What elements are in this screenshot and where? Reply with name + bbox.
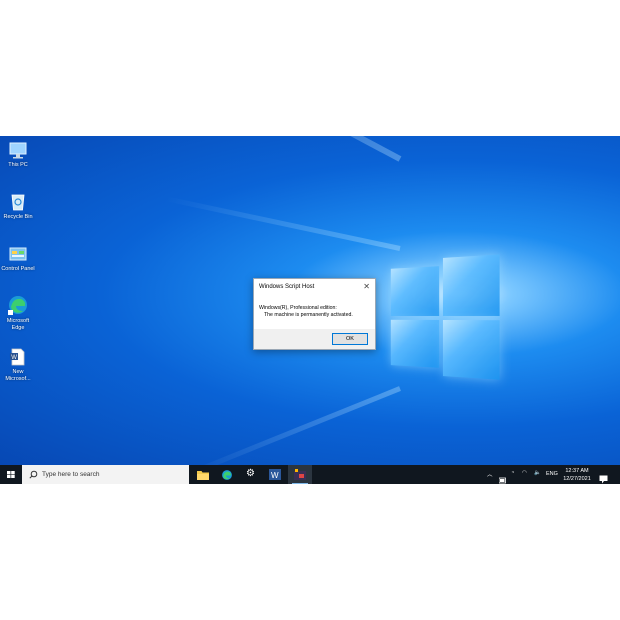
recycle-bin-icon [11, 194, 25, 211]
svg-text:W: W [271, 471, 279, 480]
windows-screen: This PC Recycle Bin Control Panel Micros… [0, 136, 620, 484]
control-panel-icon [9, 247, 27, 261]
taskbar-clock[interactable]: 12:37 AM 12/27/2021 [558, 467, 596, 483]
desktop-icon-recycle-bin[interactable]: Recycle Bin [0, 192, 36, 221]
taskbar-search-box[interactable]: Type here to search [22, 465, 189, 484]
ok-button[interactable]: OK [332, 333, 368, 345]
wallpaper-beam [185, 386, 401, 477]
svg-text:W: W [11, 355, 17, 361]
desktop-icon-this-pc[interactable]: This PC [0, 140, 36, 169]
desktop-icon-label: Microsof... [5, 376, 31, 382]
start-button[interactable] [0, 465, 22, 484]
network-icon[interactable]: ◔ [511, 470, 514, 484]
word-icon: W [269, 469, 281, 480]
desktop-icon-new-word-document[interactable]: W New Microsof... [0, 347, 36, 383]
desktop-icon-label: Control Panel [1, 266, 35, 272]
windows-logo-wallpaper [390, 254, 500, 380]
volume-icon[interactable]: 🔈 [534, 470, 541, 484]
desktop-icon-label: Recycle Bin [3, 214, 33, 220]
dialog-message-line1: Windows(R), Professional edition: [259, 305, 337, 311]
desktop-icon-label: This PC [8, 162, 28, 168]
media-app-icon [294, 469, 306, 480]
settings-gear-icon: ⚙ [246, 468, 255, 479]
wifi-icon[interactable]: ◠ [522, 470, 527, 484]
chevron-up-icon[interactable]: ︿ [487, 470, 493, 484]
edge-icon [8, 296, 27, 315]
language-indicator[interactable]: ENG [546, 471, 558, 484]
word-document-icon: W [10, 348, 25, 366]
desktop-icon-label: New [12, 369, 24, 375]
taskbar-edge[interactable] [215, 465, 239, 484]
close-icon[interactable]: ✕ [363, 282, 370, 291]
wallpaper-beam [177, 136, 402, 162]
desktop-icon-control-panel[interactable]: Control Panel [0, 244, 36, 273]
clock-date: 12/27/2021 [563, 476, 591, 482]
dialog-title: Windows Script Host [259, 284, 315, 290]
dialog-message-line2: The machine is permanently activated. [264, 312, 353, 318]
taskbar-settings[interactable]: ⚙ [239, 465, 263, 484]
clock-time: 12:37 AM [565, 468, 589, 474]
desktop-icon-microsoft-edge[interactable]: Microsoft Edge [0, 294, 36, 332]
taskbar-word[interactable]: W [263, 465, 287, 484]
notification-icon[interactable] [599, 470, 608, 484]
windows-script-host-dialog: Windows Script Host ✕ Windows(R), Profes… [253, 278, 376, 350]
dialog-body: Windows(R), Professional edition: The ma… [254, 296, 375, 332]
search-placeholder: Type here to search [42, 471, 100, 478]
windows-start-icon [7, 471, 15, 478]
battery-icon[interactable] [499, 471, 507, 484]
taskbar-media-app[interactable] [288, 465, 312, 484]
desktop-icon-label: Microsoft [6, 318, 30, 324]
search-icon [29, 470, 38, 479]
desktop-icon-label: Edge [11, 325, 25, 331]
wallpaper-beam [164, 196, 401, 251]
taskbar: Type here to search ⚙ W ︿ ◔ ◠ 🔈 ENG 12:3… [0, 465, 620, 484]
file-explorer-icon [197, 471, 209, 480]
active-app-indicator [292, 482, 308, 484]
desktop-wallpaper[interactable]: This PC Recycle Bin Control Panel Micros… [0, 136, 620, 477]
computer-icon [9, 142, 27, 159]
taskbar-file-explorer[interactable] [191, 465, 215, 484]
edge-icon [222, 470, 232, 480]
dialog-footer: OK [254, 329, 375, 349]
